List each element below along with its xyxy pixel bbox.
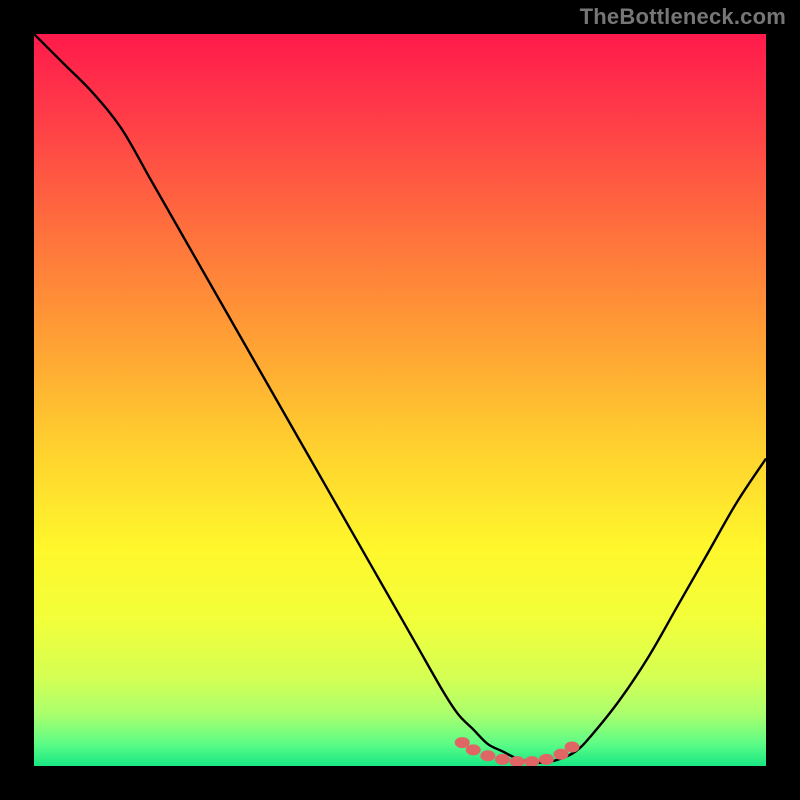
watermark-text: TheBottleneck.com (580, 4, 786, 30)
marker-dot (495, 754, 510, 765)
gradient-background (34, 34, 766, 766)
marker-dot (565, 741, 580, 752)
marker-dot (480, 750, 495, 761)
chart-frame: TheBottleneck.com (0, 0, 800, 800)
marker-dot (466, 744, 481, 755)
marker-dot (539, 754, 554, 765)
plot-area (34, 34, 766, 766)
chart-svg (34, 34, 766, 766)
